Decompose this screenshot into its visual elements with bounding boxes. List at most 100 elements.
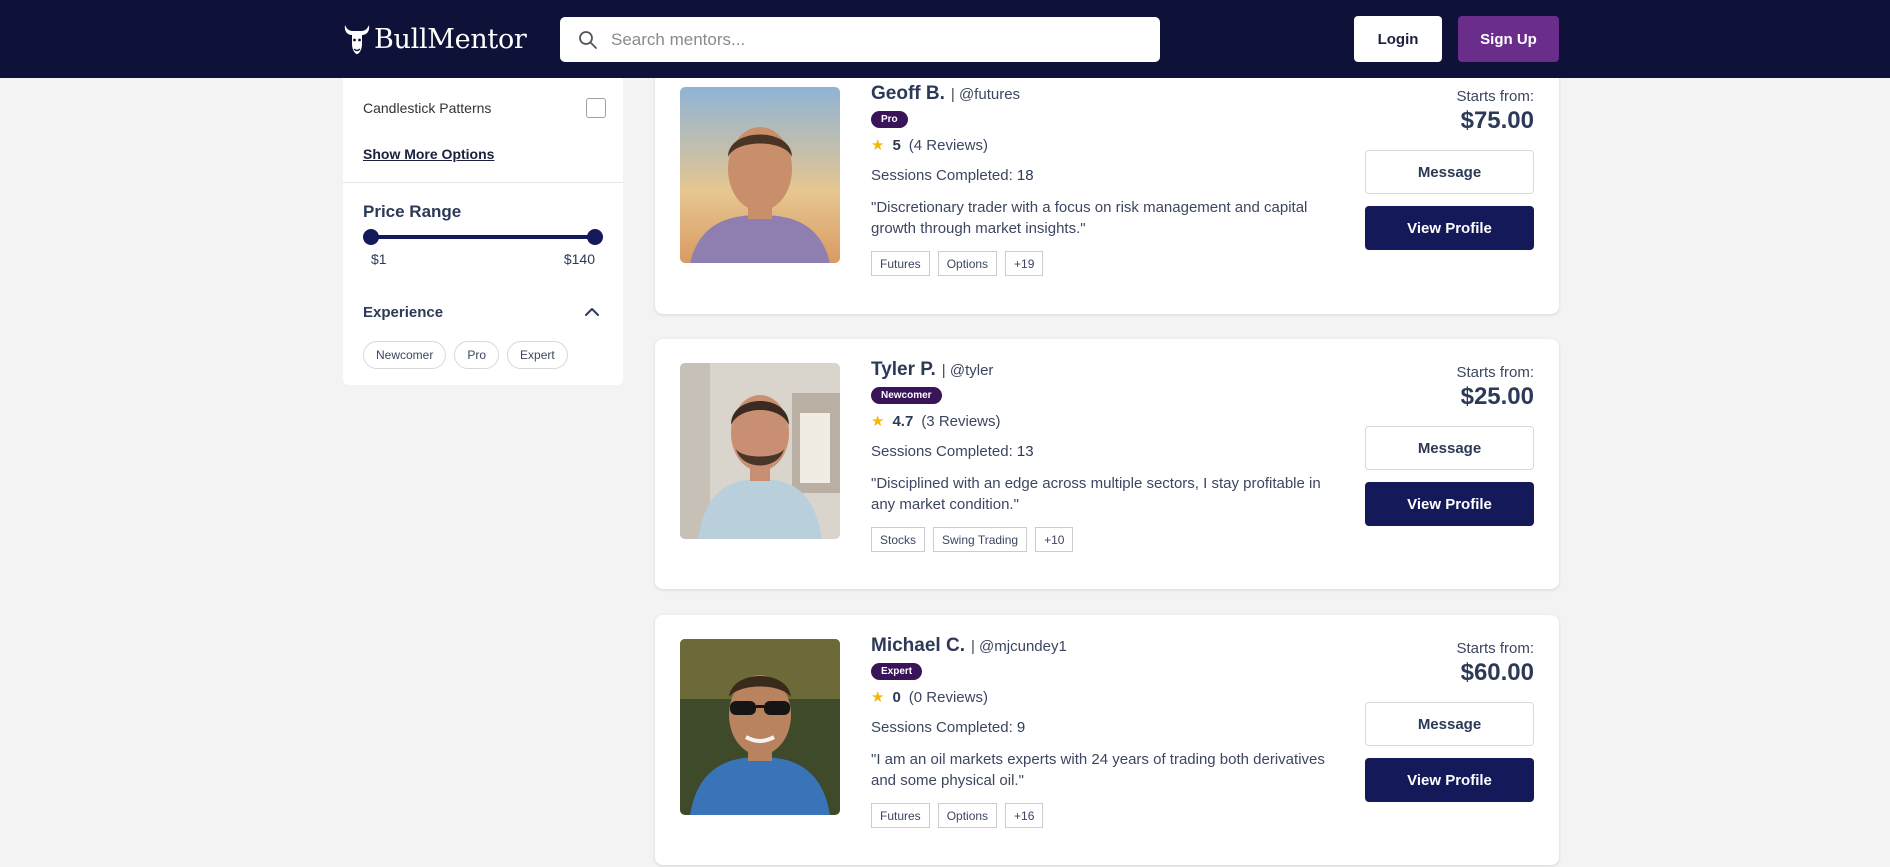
more-tags[interactable]: +16 [1005,803,1044,828]
brand-logo[interactable]: BullMentor [342,20,527,58]
tag: Futures [871,803,930,828]
experience-title: Experience [363,304,444,321]
tag: Options [937,251,998,276]
sessions-count: 13 [1016,443,1034,460]
mentor-tags: Stocks Swing Trading +10 [871,527,1351,552]
experience-chip-pro[interactable]: Pro [454,341,500,369]
sessions-completed: Sessions Completed: 9 [871,719,1351,736]
mentor-handle: | @futures [950,86,1021,103]
price-max-label: $140 [563,251,595,267]
price-range-track[interactable] [371,235,595,239]
sessions-label: Sessions Completed: [871,443,1013,460]
price-min-handle[interactable] [363,229,379,245]
mentor-photo[interactable] [680,363,840,539]
more-tags[interactable]: +19 [1005,251,1044,276]
tag: Swing Trading [933,527,1028,552]
mentor-photo-image [680,363,840,539]
rating-value: 0 [892,688,901,706]
mentor-tags: Futures Options +19 [871,251,1351,276]
mentor-photo-image [680,87,840,263]
starts-from-label: Starts from: [1456,364,1534,381]
sessions-count: 9 [1016,719,1026,736]
mentor-name-line: Tyler P. | @tyler [871,359,1351,381]
filter-option-label: Candlestick Patterns [363,100,492,116]
mentor-bio: "I am an oil markets experts with 24 yea… [871,751,1325,789]
price-max-handle[interactable] [587,229,603,245]
tag: Stocks [871,527,926,552]
mentor-name-line: Geoff B. | @futures [871,83,1351,105]
mentor-info: Geoff B. | @futures Pro ★ 5 (4 Reviews) … [871,83,1351,276]
mentor-card: Tyler P. | @tyler Newcomer ★ 4.7 (3 Revi… [655,339,1559,589]
star-icon: ★ [871,413,885,430]
mentor-card: Michael C. | @mjcundey1 Expert ★ 0 (0 Re… [655,615,1559,865]
mentor-info: Michael C. | @mjcundey1 Expert ★ 0 (0 Re… [871,635,1351,828]
filter-checkbox[interactable] [586,98,606,118]
experience-badge: Pro [871,111,908,128]
experience-chip-newcomer[interactable]: Newcomer [363,341,447,369]
experience-options: Newcomer Pro Expert [363,341,568,369]
mentor-handle: | @mjcundey1 [970,638,1067,655]
mentor-rating: ★ 0 (0 Reviews) [871,688,1351,707]
review-count: (0 Reviews) [908,688,988,706]
search-bar [560,17,1160,62]
message-button[interactable]: Message [1365,150,1534,194]
starts-from-label: Starts from: [1456,640,1534,657]
mentor-price: $60.00 [1460,659,1534,686]
mentor-card: Geoff B. | @futures Pro ★ 5 (4 Reviews) … [655,71,1559,314]
message-button[interactable]: Message [1365,426,1534,470]
message-button[interactable]: Message [1365,702,1534,746]
experience-badge: Newcomer [871,387,942,404]
mentor-photo[interactable] [680,639,840,815]
signup-button[interactable]: Sign Up [1458,16,1559,62]
rating-value: 5 [892,136,901,154]
experience-badge: Expert [871,663,923,680]
view-profile-button[interactable]: View Profile [1365,482,1534,526]
rating-value: 4.7 [892,412,914,430]
review-count: (4 Reviews) [908,136,988,154]
mentor-photo[interactable] [680,87,840,263]
top-navbar: BullMentor Login Sign Up [0,0,1890,78]
mentor-price: $25.00 [1460,383,1534,410]
mentor-tags: Futures Options +16 [871,803,1351,828]
tag: Futures [871,251,930,276]
sessions-label: Sessions Completed: [871,167,1013,184]
view-profile-button[interactable]: View Profile [1365,758,1534,802]
search-input[interactable] [611,29,1131,50]
filter-option-candlestick-patterns[interactable]: Candlestick Patterns [363,97,606,119]
sessions-label: Sessions Completed: [871,719,1013,736]
search-icon [579,30,597,49]
more-tags[interactable]: +10 [1035,527,1074,552]
mentor-info: Tyler P. | @tyler Newcomer ★ 4.7 (3 Revi… [871,359,1351,552]
starts-from-label: Starts from: [1456,88,1534,105]
mentor-bio: "Disciplined with an edge across multipl… [871,475,1321,513]
mentor-rating: ★ 4.7 (3 Reviews) [871,412,1351,431]
mentor-name[interactable]: Geoff B. [871,83,945,105]
experience-chip-expert[interactable]: Expert [507,341,568,369]
bull-icon [344,25,370,54]
divider [343,182,623,183]
show-more-options-link[interactable]: Show More Options [363,146,494,162]
mentor-handle: | @tyler [941,362,994,379]
mentor-name-line: Michael C. | @mjcundey1 [871,635,1351,657]
price-range-title: Price Range [363,202,462,221]
price-area: Starts from: $75.00 [1456,88,1534,135]
tag: Options [937,803,998,828]
price-area: Starts from: $60.00 [1456,640,1534,687]
sessions-completed: Sessions Completed: 13 [871,443,1351,460]
login-button[interactable]: Login [1354,16,1442,62]
brand-name: BullMentor [374,23,527,55]
mentor-bio: "Discretionary trader with a focus on ri… [871,199,1308,237]
sessions-count: 18 [1016,167,1034,184]
chevron-up-icon[interactable] [583,303,601,321]
sessions-completed: Sessions Completed: 18 [871,167,1351,184]
view-profile-button[interactable]: View Profile [1365,206,1534,250]
price-min-label: $1 [371,251,387,267]
mentor-name[interactable]: Michael C. [871,635,965,657]
mentor-price: $75.00 [1460,107,1534,134]
price-area: Starts from: $25.00 [1456,364,1534,411]
star-icon: ★ [871,137,885,154]
star-icon: ★ [871,689,885,706]
mentor-name[interactable]: Tyler P. [871,359,936,381]
mentor-rating: ★ 5 (4 Reviews) [871,136,1351,155]
mentor-photo-image [680,639,840,815]
